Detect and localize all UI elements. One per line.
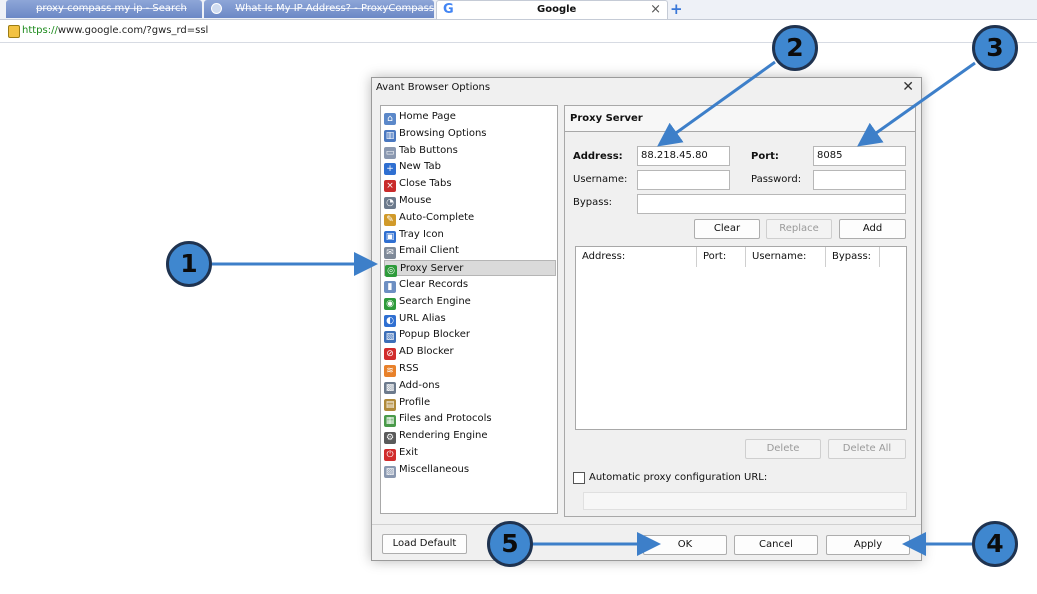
arrow-2 [657, 60, 776, 147]
arrow-3 [857, 61, 976, 147]
annotation-arrows [212, 60, 976, 556]
callout-2: 2 [772, 25, 818, 71]
callout-5: 5 [487, 521, 533, 567]
callout-3: 3 [972, 25, 1018, 71]
callout-1: 1 [166, 241, 212, 287]
screenshot-root: proxy compass my ip - Search What Is My … [0, 0, 1037, 594]
callout-4: 4 [972, 521, 1018, 567]
